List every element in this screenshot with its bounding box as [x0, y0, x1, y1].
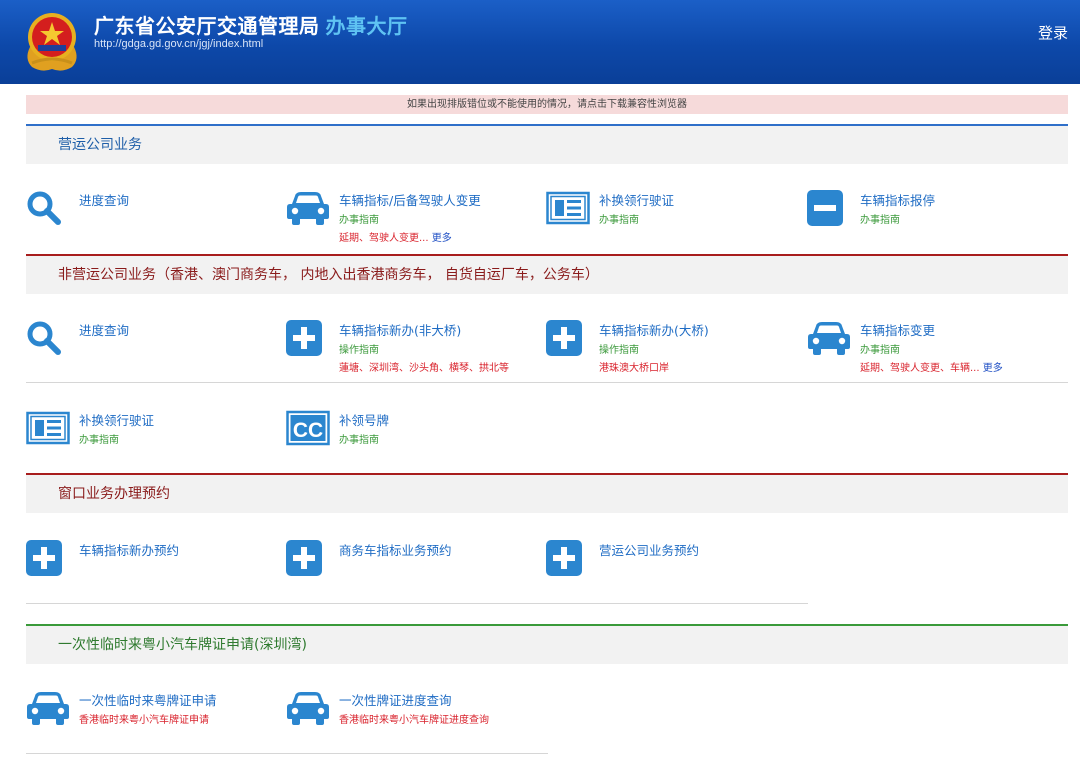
- item-note-text: 延期、驾驶人变更、车辆...: [860, 363, 980, 374]
- cc-plate-icon: [286, 410, 330, 446]
- service-item-temp-permit-query[interactable]: 一次性牌证进度查询 香港临时来粤小汽车牌证进度查询: [286, 690, 546, 742]
- search-icon: [26, 190, 62, 226]
- service-item-quota-suspend[interactable]: 车辆指标报停 办事指南: [807, 190, 1067, 242]
- site-title-accent: 办事大厅: [325, 14, 408, 38]
- item-title[interactable]: 车辆指标新办(非大桥): [339, 320, 461, 339]
- browser-notice-link[interactable]: 如果出现排版错位或不能使用的情况，请点击下载兼容性浏览器: [26, 95, 1068, 114]
- item-title[interactable]: 车辆指标变更: [860, 320, 935, 339]
- item-guide-link[interactable]: 办事指南: [599, 211, 639, 226]
- service-item-progress-query[interactable]: 进度查询: [26, 320, 286, 372]
- item-note-text: 延期、驾驶人变更...: [339, 233, 429, 244]
- row-divider: [26, 753, 548, 754]
- site-header: 广东省公安厅交通管理局 办事大厅 http://gdga.gd.gov.cn/jg…: [0, 0, 1080, 84]
- item-subtitle: 香港临时来粤小汽车牌证申请: [79, 715, 209, 726]
- section-heading: 营运公司业务: [26, 124, 1068, 164]
- row-divider: [26, 382, 1068, 383]
- plus-icon: [26, 540, 62, 576]
- item-guide-link[interactable]: 办事指南: [860, 211, 900, 226]
- item-subtitle: 香港临时来粤小汽车牌证进度查询: [339, 715, 489, 726]
- item-title[interactable]: 进度查询: [79, 320, 129, 339]
- item-title[interactable]: 补换领行驶证: [599, 190, 674, 209]
- plus-icon: [546, 320, 582, 356]
- item-title[interactable]: 一次性牌证进度查询: [339, 690, 452, 709]
- service-item-vehicle-quota-driver-change[interactable]: 车辆指标/后备驾驶人变更 办事指南 延期、驾驶人变更... 更多: [286, 190, 546, 244]
- item-note: 延期、驾驶人变更、车辆... 更多: [860, 359, 1003, 374]
- site-url: http://gdga.gd.gov.cn/jgj/index.html: [94, 38, 264, 50]
- service-item-booking-quota-new[interactable]: 车辆指标新办预约: [26, 540, 286, 592]
- item-guide-link[interactable]: 办事指南: [860, 341, 900, 356]
- item-title[interactable]: 一次性临时来粤牌证申请: [79, 690, 217, 709]
- item-note: 蓮塘、深圳湾、沙头角、横琴、拱北等: [339, 363, 509, 374]
- item-note: 延期、驾驶人变更... 更多: [339, 229, 452, 244]
- item-title[interactable]: 车辆指标/后备驾驶人变更: [339, 190, 481, 209]
- service-item-temp-permit-apply[interactable]: 一次性临时来粤牌证申请 香港临时来粤小汽车牌证申请: [26, 690, 286, 742]
- site-title-main: 广东省公安厅交通管理局: [94, 14, 320, 38]
- service-item-quota-new-bridge[interactable]: 车辆指标新办(大桥) 操作指南 港珠澳大桥口岸: [546, 320, 806, 374]
- plus-icon: [546, 540, 582, 576]
- item-guide-link[interactable]: 办事指南: [79, 431, 119, 446]
- service-item-license-replace[interactable]: 补换领行驶证 办事指南: [26, 410, 286, 462]
- section-heading: 窗口业务办理预约: [26, 473, 1068, 513]
- item-title[interactable]: 车辆指标报停: [860, 190, 935, 209]
- service-item-quota-new-non-bridge[interactable]: 车辆指标新办(非大桥) 操作指南 蓮塘、深圳湾、沙头角、横琴、拱北等: [286, 320, 546, 374]
- police-emblem-icon: [27, 13, 77, 71]
- car-icon: [286, 690, 330, 726]
- item-title[interactable]: 商务车指标业务预约: [339, 540, 452, 559]
- service-item-progress-query[interactable]: 进度查询: [26, 190, 286, 242]
- item-guide-link[interactable]: 办事指南: [339, 431, 379, 446]
- service-item-plate-replace[interactable]: 补领号牌 办事指南: [286, 410, 546, 462]
- document-icon: [26, 410, 70, 446]
- service-item-booking-business-vehicle[interactable]: 商务车指标业务预约: [286, 540, 546, 592]
- document-icon: [546, 190, 590, 226]
- service-item-quota-change[interactable]: 车辆指标变更 办事指南 延期、驾驶人变更、车辆... 更多: [807, 320, 1067, 374]
- plus-icon: [286, 320, 322, 356]
- login-link[interactable]: 登录: [1038, 22, 1068, 43]
- more-link[interactable]: 更多: [432, 233, 452, 244]
- item-title[interactable]: 进度查询: [79, 190, 129, 209]
- service-item-booking-operating-company[interactable]: 营运公司业务预约: [546, 540, 806, 592]
- item-title[interactable]: 补换领行驶证: [79, 410, 154, 429]
- site-title: 广东省公安厅交通管理局 办事大厅: [94, 10, 408, 39]
- item-title[interactable]: 车辆指标新办预约: [79, 540, 179, 559]
- item-title[interactable]: 车辆指标新办(大桥): [599, 320, 709, 339]
- search-icon: [26, 320, 62, 356]
- car-icon: [807, 320, 851, 356]
- item-note: 港珠澳大桥口岸: [599, 363, 669, 374]
- service-item-license-replace[interactable]: 补换领行驶证 办事指南: [546, 190, 806, 242]
- item-guide-link[interactable]: 办事指南: [339, 211, 379, 226]
- plus-icon: [286, 540, 322, 576]
- section-heading: 一次性临时来粤小汽车牌证申请(深圳湾): [26, 624, 1068, 664]
- car-icon: [286, 190, 330, 226]
- item-title[interactable]: 营运公司业务预约: [599, 540, 699, 559]
- item-title[interactable]: 补领号牌: [339, 410, 389, 429]
- item-guide-link[interactable]: 操作指南: [599, 341, 639, 356]
- item-guide-link[interactable]: 操作指南: [339, 341, 379, 356]
- car-icon: [26, 690, 70, 726]
- minus-icon: [807, 190, 843, 226]
- more-link[interactable]: 更多: [983, 363, 1003, 374]
- row-divider: [26, 603, 808, 604]
- section-heading: 非营运公司业务（香港、澳门商务车， 内地入出香港商务车， 自货自运厂车，公务车）: [26, 254, 1068, 294]
